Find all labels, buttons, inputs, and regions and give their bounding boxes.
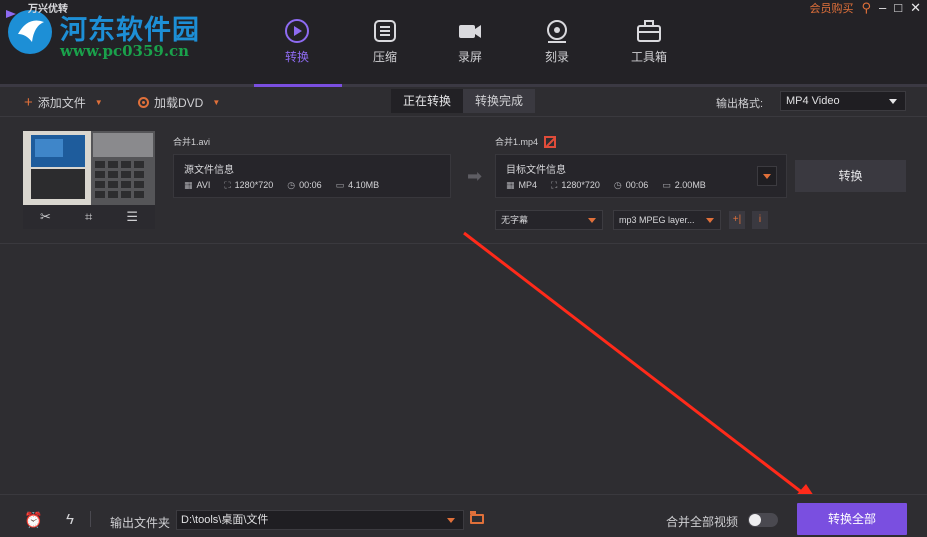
- crop-icon[interactable]: ⌗: [85, 209, 92, 225]
- target-resolution: 1280*720: [561, 180, 600, 190]
- resolution-icon: ⛶: [224, 180, 231, 190]
- subtitle-value: 无字幕: [501, 215, 529, 225]
- thumbnail-tools: ✂ ⌗ ☰: [23, 205, 155, 229]
- source-file-name: 合并1.avi: [173, 137, 211, 147]
- folder-icon: ▭: [335, 180, 345, 190]
- open-folder-icon[interactable]: [470, 511, 484, 524]
- convert-all-button[interactable]: 转换全部: [797, 503, 907, 535]
- arrow-right-icon: ➡: [467, 166, 483, 186]
- add-file-label: 添加文件: [37, 96, 86, 110]
- alarm-clock-icon[interactable]: ⏰: [24, 511, 43, 529]
- toolbox-icon: [637, 20, 661, 42]
- folder-icon: ▭: [662, 180, 671, 190]
- video-thumbnail[interactable]: ✂ ⌗ ☰: [23, 131, 155, 229]
- maximize-button[interactable]: □: [894, 1, 902, 15]
- chevron-down-icon: [588, 218, 596, 223]
- chevron-down-icon: [889, 99, 897, 104]
- load-dvd-button[interactable]: 加载DVD ▼: [138, 94, 220, 111]
- burn-disc-icon: [547, 20, 567, 43]
- add-file-button[interactable]: + 添加文件 ▼: [24, 94, 103, 111]
- nav-label: 录屏: [457, 50, 482, 64]
- source-size: 4.10MB: [348, 180, 380, 190]
- target-info-title: 目标文件信息: [506, 165, 566, 176]
- watermark-url: www.pc0359.cn: [60, 42, 190, 60]
- compress-icon: [374, 20, 396, 42]
- record-icon: [459, 25, 481, 38]
- target-file-name: 合并1.mp4: [495, 137, 539, 147]
- nav-label: 转换: [284, 50, 309, 64]
- resolution-icon: ⛶: [551, 180, 558, 190]
- audio-track-select[interactable]: mp3 MPEG layer...: [613, 210, 721, 230]
- plus-icon: +: [24, 94, 33, 111]
- output-format-value: MP4 Video: [786, 95, 840, 107]
- search-icon[interactable]: ⚲: [861, 1, 871, 15]
- source-format: AVI: [196, 180, 211, 190]
- nav-tab-compress[interactable]: 压缩: [350, 14, 420, 74]
- trim-scissors-icon[interactable]: ✂: [40, 209, 51, 225]
- output-format-select[interactable]: MP4 Video: [780, 91, 906, 111]
- close-button[interactable]: ✕: [910, 1, 921, 15]
- nav-tab-burn[interactable]: 刻录: [522, 14, 592, 74]
- target-file-name-row: 合并1.mp4: [495, 135, 557, 148]
- target-format-dropdown[interactable]: [757, 166, 777, 186]
- film-icon: ▦: [506, 180, 515, 190]
- conversion-status-tabs: 正在转换 转换完成: [391, 89, 536, 113]
- divider: [90, 511, 91, 527]
- nav-label: 刻录: [544, 50, 569, 64]
- title-bar: 万兴优转 河东软件园 www.pc0359.cn 转换 压缩 录屏 刻录 工具箱…: [0, 0, 927, 84]
- audio-track-value: mp3 MPEG layer...: [619, 215, 695, 225]
- target-info-row: ▦ MP4 ⛶ 1280*720 ◷ 00:06 ▭ 2.00MB: [506, 180, 706, 191]
- tab-converting[interactable]: 正在转换: [391, 89, 464, 113]
- window-controls: 会员购买 ⚲ – □ ✕: [809, 0, 927, 16]
- chevron-down-icon: ▼: [94, 98, 103, 107]
- add-audio-icon[interactable]: +|: [729, 211, 745, 229]
- nav-label: 压缩: [372, 50, 397, 64]
- nav-label: 工具箱: [630, 50, 667, 64]
- source-info-box: 源文件信息 ▦ AVI ⛶ 1280*720 ◷ 00:06 ▭ 4.10MB: [173, 154, 451, 198]
- adjust-effects-icon[interactable]: ☰: [126, 209, 138, 225]
- source-resolution: 1280*720: [234, 180, 274, 190]
- target-info-box: 目标文件信息 ▦ MP4 ⛶ 1280*720 ◷ 00:06 ▭ 2.00MB: [495, 154, 787, 198]
- bottom-bar: ⏰ ϟ 输出文件夹 D:\tools\桌面\文件 合并全部视频 转换全部: [0, 494, 927, 537]
- nav-tab-convert[interactable]: 转换: [262, 14, 332, 74]
- subtitle-select[interactable]: 无字幕: [495, 210, 603, 230]
- convert-icon: [285, 19, 309, 43]
- member-purchase-link[interactable]: 会员购买: [809, 0, 853, 16]
- output-path-value: D:\tools\桌面\文件: [181, 514, 269, 526]
- source-info-title: 源文件信息: [184, 165, 234, 176]
- dvd-icon: [138, 97, 149, 108]
- info-icon[interactable]: i: [752, 211, 768, 229]
- film-icon: ▦: [184, 180, 193, 190]
- output-folder-label: 输出文件夹: [110, 516, 171, 530]
- target-size: 2.00MB: [674, 180, 706, 190]
- nav-tab-record[interactable]: 录屏: [435, 14, 505, 74]
- chevron-down-icon: [706, 218, 714, 223]
- edit-icon[interactable]: [544, 135, 557, 148]
- output-format-label: 输出格式:: [716, 98, 764, 110]
- source-info-row: ▦ AVI ⛶ 1280*720 ◷ 00:06 ▭ 4.10MB: [184, 180, 379, 191]
- target-format: MP4: [518, 180, 538, 190]
- merge-all-label: 合并全部视频: [666, 515, 739, 529]
- load-dvd-label: 加载DVD: [154, 96, 204, 110]
- file-list-item: ✂ ⌗ ☰ 合并1.avi 源文件信息 ▦ AVI ⛶ 1280*720 ◷ 00:0…: [0, 118, 927, 244]
- convert-button[interactable]: 转换: [795, 160, 906, 192]
- minimize-button[interactable]: –: [879, 1, 886, 15]
- tab-completed[interactable]: 转换完成: [463, 89, 536, 113]
- thumbnail-image: [23, 131, 155, 205]
- nav-tab-toolbox[interactable]: 工具箱: [614, 14, 684, 74]
- clock-icon: ◷: [287, 180, 296, 190]
- chevron-down-icon: [447, 518, 455, 523]
- lightning-icon[interactable]: ϟ: [66, 511, 74, 528]
- merge-all-toggle[interactable]: [748, 513, 778, 527]
- clock-icon: ◷: [613, 180, 622, 190]
- app-window: 万兴优转 河东软件园 www.pc0359.cn 转换 压缩 录屏 刻录 工具箱…: [0, 0, 927, 537]
- chevron-down-icon: ▼: [212, 98, 221, 107]
- source-duration: 00:06: [299, 180, 322, 190]
- output-path-select[interactable]: D:\tools\桌面\文件: [176, 510, 464, 530]
- target-duration: 00:06: [625, 180, 649, 190]
